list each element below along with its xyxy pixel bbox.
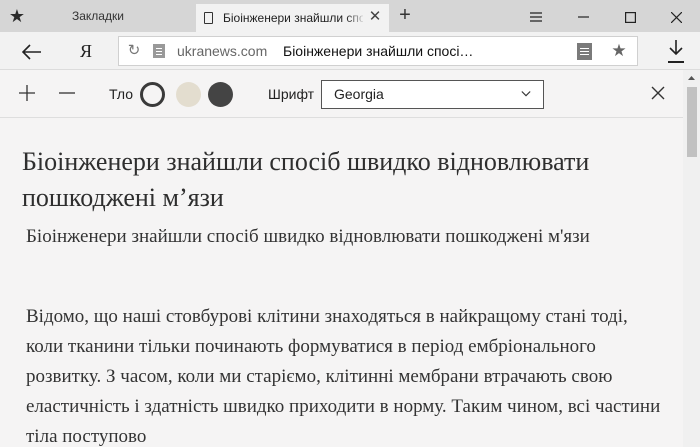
window-close-icon[interactable] <box>662 4 690 28</box>
download-icon[interactable] <box>664 39 688 63</box>
address-bar: Я ↻ ukranews.com Біоінженери знайшли спо… <box>0 32 700 70</box>
article-body: Відомо, що наші стовбурові клітини знахо… <box>26 306 661 447</box>
tab-active[interactable]: Біоінженери знайшли спосіб швидко віднов… <box>196 4 389 32</box>
chevron-down-icon <box>521 91 531 97</box>
background-swatch-light[interactable] <box>140 82 165 107</box>
reload-icon[interactable]: ↻ <box>125 42 143 60</box>
page-icon <box>204 12 213 24</box>
reader-close-icon[interactable] <box>648 82 668 104</box>
background-label: Тло <box>109 86 134 102</box>
omnibox[interactable]: ↻ ukranews.com Біоінженери знайшли спосі… <box>118 36 638 66</box>
font-select[interactable]: Georgia <box>321 80 544 109</box>
reader-mode-icon[interactable] <box>577 43 592 60</box>
tab-close-icon[interactable]: ✕ <box>368 9 382 24</box>
article-subtitle: Біоінженери знайшли спосіб швидко віднов… <box>26 226 590 247</box>
tab-title-fade <box>346 4 366 32</box>
font-select-value: Georgia <box>334 86 384 102</box>
font-increase-plus-icon[interactable] <box>16 82 38 104</box>
maximize-icon[interactable] <box>616 4 644 28</box>
new-tab-plus-icon[interactable]: + <box>395 5 415 25</box>
article-content: Біоінженери знайшли спосіб швидко віднов… <box>0 118 683 447</box>
minimize-icon[interactable] <box>569 4 597 28</box>
font-decrease-minus-icon[interactable] <box>56 82 78 104</box>
bookmark-star-icon[interactable]: ★ <box>609 40 629 62</box>
font-label: Шрифт <box>268 86 315 102</box>
menu-hamburger-icon[interactable] <box>522 4 550 28</box>
scroll-up-arrow-icon[interactable] <box>683 70 700 87</box>
bookmarks-star-icon[interactable]: ★ <box>6 5 28 27</box>
article-title: Біоінженери знайшли спосіб швидко віднов… <box>22 147 590 212</box>
background-swatch-beige[interactable] <box>176 82 201 107</box>
scrollbar-thumb[interactable] <box>687 87 697 157</box>
scrollbar[interactable] <box>683 70 700 447</box>
page-icon <box>153 44 165 58</box>
reader-toolbar: Тло Шрифт Georgia <box>0 70 700 118</box>
background-swatch-dark[interactable] <box>208 82 233 107</box>
url-domain: ukranews.com <box>177 43 268 59</box>
tab-bar: ★ Закладки Біоінженери знайшли спосіб шв… <box>0 0 700 32</box>
url-page-title: Біоінженери знайшли спосі… <box>283 43 474 59</box>
tab-title: Біоінженери знайшли спосіб швидко віднов… <box>223 11 363 25</box>
back-arrow-icon[interactable] <box>20 39 44 63</box>
tab-bookmarks[interactable]: Закладки <box>60 0 195 32</box>
yandex-logo-button[interactable]: Я <box>76 39 96 63</box>
